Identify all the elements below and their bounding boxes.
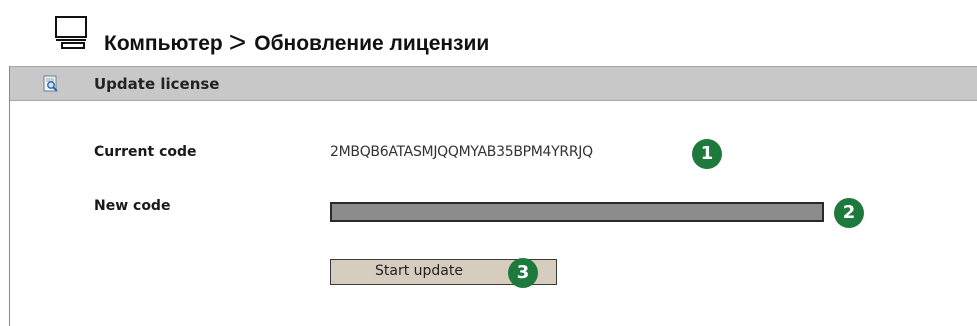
start-update-label: Start update <box>375 263 463 279</box>
document-search-icon <box>43 75 58 92</box>
panel-header: Update license <box>10 66 977 101</box>
callout-badge-2: 2 <box>834 198 864 228</box>
current-code-value: 2MBQB6ATASMJQQMYAB35BPM4YRRJQ <box>330 144 593 160</box>
new-code-label: New code <box>94 198 171 214</box>
current-code-label: Current code <box>94 144 197 160</box>
computer-icon <box>55 16 87 49</box>
breadcrumb-root[interactable]: Компьютер <box>104 32 223 55</box>
page: Компьютер > Обновление лицензии Update lic… <box>0 0 977 326</box>
new-code-input[interactable] <box>330 202 824 222</box>
panel-title: Update license <box>94 75 220 93</box>
breadcrumb-separator: > <box>228 26 247 59</box>
callout-badge-3: 3 <box>508 258 538 288</box>
breadcrumb-text: Компьютер > Обновление лицензии <box>104 26 490 59</box>
breadcrumb-current: Обновление лицензии <box>254 32 490 55</box>
update-license-panel: Update license Current code 2MBQB6ATASMJ… <box>9 66 977 326</box>
callout-badge-1: 1 <box>692 139 722 169</box>
